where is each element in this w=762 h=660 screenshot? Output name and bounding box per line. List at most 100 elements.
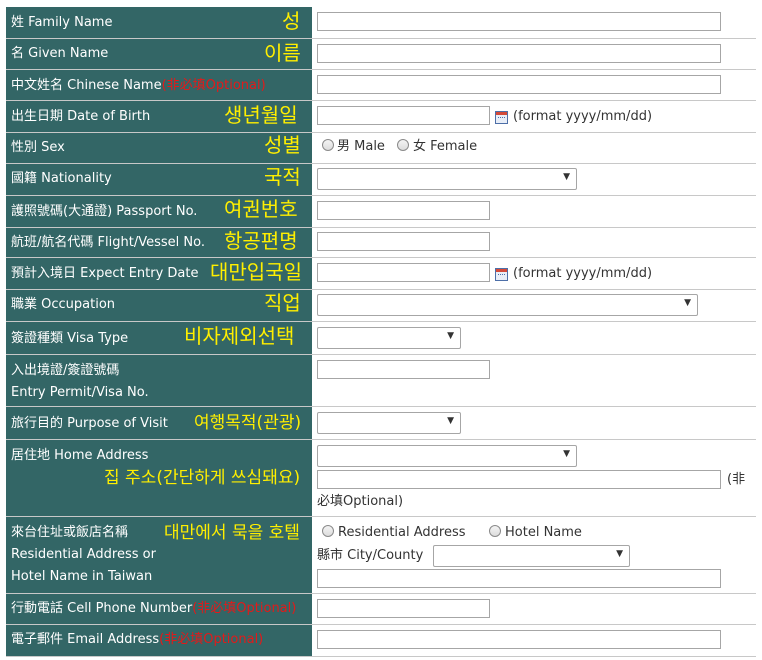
label-cell: 入出境證/簽證號碼 Entry Permit/Visa No. [6,355,312,406]
korean-annotation: 대만에서 묵을 호텔 [164,523,300,543]
label-en: Home Address [54,448,149,463]
field-cell: 男 Male 女 Female [313,133,755,163]
korean-annotation: 여행목적(관광) [194,413,302,433]
field-cell [313,196,755,227]
residential-address-radio[interactable] [322,525,334,537]
residential-address-input[interactable] [317,569,721,588]
sex-male-label[interactable]: 男 Male [337,139,385,155]
korean-annotation: 여권번호 [224,197,298,221]
label-en: Residential Address or [11,547,156,562]
label-zh: 旅行目的 [11,416,64,431]
dob-input[interactable] [317,106,490,125]
row-residential-address: 來台住址或飯店名稱 Residential Address or Hotel N… [6,517,755,593]
entry-permit-input[interactable] [317,360,490,379]
purpose-select[interactable]: ▼ [317,412,461,434]
label-en: Visa Type [67,331,129,346]
nationality-select[interactable]: ▼ [317,168,577,190]
optional-note: (非必填Optional) [159,632,264,647]
date-format-hint: (format yyyy/mm/dd) [513,109,653,124]
given-name-input[interactable] [317,44,721,63]
label-zh: 預計入境日 [11,266,77,281]
row-chinese-name: 中文姓名 Chinese Name(非必填Optional) [6,70,755,100]
field-cell [313,70,755,100]
field-cell: ▼ [313,164,755,195]
korean-annotation: 대만입국일 [210,260,302,284]
occupation-select[interactable]: ▼ [317,294,698,316]
label-en: Flight/Vessel No. [97,235,205,250]
city-county-select[interactable]: ▼ [433,545,630,567]
home-country-select[interactable]: ▼ [317,445,577,467]
flight-input[interactable] [317,232,490,251]
label-cell: 航班/航名代碼 Flight/Vessel No. 항공편명 [6,228,312,257]
label-en: Purpose of Visit [67,416,168,431]
field-cell: ▼ [313,407,755,439]
date-format-hint: (format yyyy/mm/dd) [513,266,653,281]
label-cell: 性別 Sex 성별 [6,133,312,163]
row-given-name: 名 Given Name 이름 [6,39,755,69]
row-flight: 航班/航名代碼 Flight/Vessel No. 항공편명 [6,228,755,257]
label-en: Occupation [41,297,116,312]
label-en: Cell Phone Number [67,601,193,616]
label-en: Chinese Name [67,78,162,93]
label-cell: 名 Given Name 이름 [6,39,312,69]
field-cell: ▼ [313,290,755,321]
label-cell: 行動電話 Cell Phone Number(非必填Optional) [6,594,312,624]
field-cell: ▼ (非 必填Optional) [313,440,755,516]
passport-input[interactable] [317,201,490,220]
calendar-icon[interactable] [495,268,508,281]
sex-male-radio[interactable] [322,139,334,151]
calendar-icon[interactable] [495,111,508,124]
sex-female-label[interactable]: 女 Female [413,139,477,155]
email-input[interactable] [317,630,721,649]
chevron-down-icon: ▼ [563,172,570,182]
label-zh: 名 [11,46,25,61]
chevron-down-icon: ▼ [684,298,691,308]
korean-annotation: 이름 [264,41,301,65]
visa-type-select[interactable]: ▼ [317,327,461,349]
label-zh: 簽證種類 [11,331,64,346]
label-cell: 中文姓名 Chinese Name(非必填Optional) [6,70,312,100]
sex-female-radio[interactable] [397,139,409,151]
label-cell: 預計入境日 Expect Entry Date 대만입국일 [6,258,312,289]
label-cell: 簽證種類 Visa Type 비자제외선택 [6,322,312,354]
entry-date-input[interactable] [317,263,490,282]
label-zh: 來台住址或飯店名稱 [11,525,129,540]
phone-input[interactable] [317,599,490,618]
row-entry-permit: 入出境證/簽證號碼 Entry Permit/Visa No. [6,355,755,406]
family-name-input[interactable] [317,12,721,31]
label-zh: 出生日期 [11,109,64,124]
label-en: Sex [41,140,65,155]
label-cell: 居住地 Home Address 집 주소(간단하게 쓰심돼요) [6,440,312,516]
label-cell: 旅行目的 Purpose of Visit 여행목적(관광) [6,407,312,439]
korean-annotation: 직업 [264,291,301,315]
label-en: Family Name [28,15,113,30]
row-dob: 出生日期 Date of Birth 생년월일 (format yyyy/mm/… [6,101,755,132]
label-cell: 來台住址或飯店名稱 Residential Address or Hotel N… [6,517,312,593]
home-address-input[interactable] [317,470,721,489]
hotel-name-label[interactable]: Hotel Name [505,525,582,541]
field-cell [313,355,755,406]
label-en-line2: Hotel Name in Taiwan [11,569,153,584]
row-phone: 行動電話 Cell Phone Number(非必填Optional) [6,594,755,624]
korean-annotation: 항공편명 [224,229,298,253]
field-cell [313,625,755,656]
label-zh: 航班/航名代碼 [11,235,94,250]
label-zh: 職業 [11,297,38,312]
row-occupation: 職業 Occupation 직업 ▼ [6,290,755,321]
label-zh: 入出境證/簽證號碼 [11,363,120,378]
label-en: Expect Entry Date [80,266,199,281]
field-cell [313,228,755,257]
optional-note: (非必填Optional) [161,78,266,93]
residential-address-label[interactable]: Residential Address [338,525,466,541]
chinese-name-input[interactable] [317,75,721,94]
label-cell: 出生日期 Date of Birth 생년월일 [6,101,312,132]
row-family-name: 姓 Family Name 성 [6,7,755,38]
label-en: Email Address [67,632,160,647]
label-cell: 電子郵件 Email Address(非必填Optional) [6,625,312,656]
label-en: Date of Birth [67,109,151,124]
label-zh: 中文姓名 [11,78,64,93]
label-zh: 居住地 [11,448,51,463]
hotel-name-radio[interactable] [489,525,501,537]
field-cell: Residential Address Hotel Name 縣市 City/C… [313,517,755,593]
korean-annotation: 생년월일 [224,103,298,127]
